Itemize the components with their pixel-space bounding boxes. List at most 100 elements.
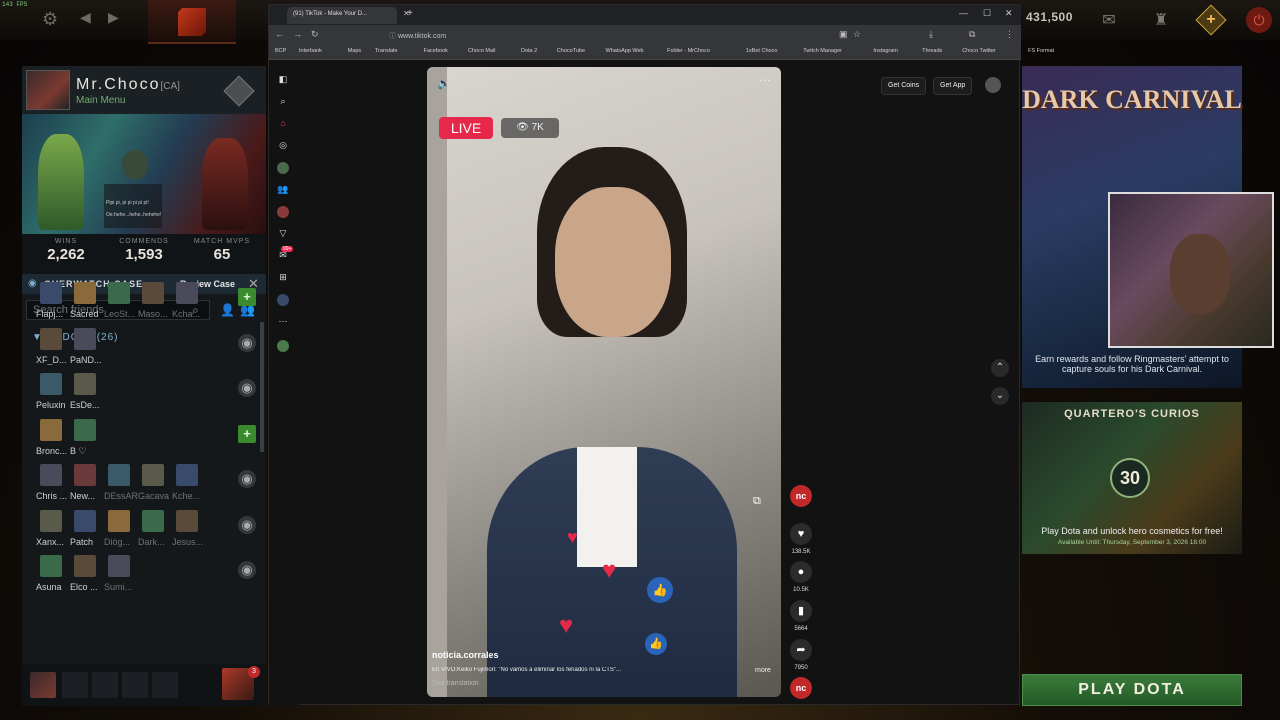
window-close-icon[interactable]: ✕ bbox=[1005, 8, 1013, 19]
party-avatar-self[interactable] bbox=[30, 672, 56, 698]
profile-name[interactable]: Mr.Choco[CA] bbox=[76, 76, 180, 94]
gear-icon[interactable]: ⚙ bbox=[42, 9, 58, 30]
spectate-icon[interactable]: ◉ bbox=[238, 470, 256, 488]
armory-icon[interactable]: ♜ bbox=[1150, 10, 1172, 30]
bookmark-item[interactable]: BCP bbox=[275, 48, 286, 54]
invite-to-party-button[interactable]: + bbox=[238, 288, 256, 306]
bookmark-item[interactable]: Instagram bbox=[873, 48, 897, 54]
forward-icon[interactable]: → bbox=[293, 29, 302, 39]
spectate-icon[interactable]: ◉ bbox=[238, 515, 256, 534]
bookmark-item[interactable]: WhatsApp Web bbox=[606, 48, 644, 54]
bookmark-item[interactable]: 1xBet Choco bbox=[746, 48, 778, 54]
friend-entry[interactable]: Patch bbox=[70, 509, 100, 547]
browser-menu-icon[interactable]: ⋮ bbox=[1005, 29, 1014, 40]
bookmark-item[interactable]: Twitch Manager bbox=[803, 48, 842, 54]
friends-icon[interactable]: 👥 bbox=[277, 184, 289, 196]
bookmark-item[interactable]: Translate bbox=[375, 48, 398, 54]
back-arrow-icon[interactable]: ◀ bbox=[80, 9, 91, 26]
video-menu-icon[interactable]: ⋯ bbox=[759, 73, 771, 87]
party-slot[interactable] bbox=[92, 672, 118, 698]
friend-entry[interactable]: Flapj... bbox=[36, 282, 66, 319]
get-app-button[interactable]: Get App bbox=[933, 77, 973, 95]
account-avatar[interactable] bbox=[985, 77, 1001, 93]
friend-entry[interactable]: Sumi... bbox=[104, 555, 134, 592]
hero-showcase[interactable]: Pipi pi, pi pi pi pi pi! Oe.hehe...hehe.… bbox=[22, 114, 266, 234]
new-tab-icon[interactable]: + bbox=[407, 8, 413, 19]
friend-entry[interactable]: Bronc... bbox=[36, 418, 67, 456]
friend-entry[interactable]: Chris ... bbox=[36, 464, 67, 501]
home-icon[interactable]: ⌂ bbox=[277, 118, 289, 130]
bookmark-item[interactable]: Maps bbox=[348, 48, 361, 54]
friend-entry[interactable]: Gacava bbox=[138, 464, 169, 501]
friend-entry[interactable]: Peluxin bbox=[36, 373, 66, 410]
friend-entry[interactable]: Kcha... bbox=[172, 282, 202, 319]
bookmark-item[interactable]: Interbank bbox=[299, 48, 322, 54]
live-icon[interactable] bbox=[277, 206, 289, 218]
bookmark-item[interactable]: FS Format bbox=[1028, 48, 1054, 54]
profile-avatar-icon[interactable] bbox=[277, 294, 289, 306]
friend-entry[interactable]: Xanx... bbox=[36, 509, 66, 547]
bookmark-star-icon[interactable]: ☆ bbox=[853, 29, 861, 40]
friend-entry[interactable]: Dark... bbox=[138, 509, 168, 547]
friend-entry[interactable]: EsDe... bbox=[70, 373, 100, 410]
upload-icon[interactable]: ⊞ bbox=[277, 272, 289, 284]
creator-avatar-button[interactable]: nc bbox=[788, 485, 814, 507]
friend-entry[interactable]: B ♡ bbox=[70, 418, 100, 457]
play-dota-button[interactable]: PLAY DOTA bbox=[1022, 674, 1242, 706]
quarteros-curios-panel[interactable]: QUARTERO'S CURIOS 30 Play Dota and unloc… bbox=[1022, 402, 1242, 554]
party-slot[interactable] bbox=[152, 672, 178, 698]
friend-entry[interactable]: Jesus... bbox=[172, 509, 203, 547]
maximize-icon[interactable]: ☐ bbox=[983, 8, 991, 19]
friend-entry[interactable]: Sacred bbox=[70, 282, 100, 319]
forward-arrow-icon[interactable]: ▶ bbox=[108, 9, 119, 26]
url-field[interactable]: ⓘ www.tiktok.com bbox=[389, 29, 809, 42]
power-icon[interactable]: ⏻ bbox=[1246, 7, 1272, 33]
spectate-icon[interactable]: ◉ bbox=[238, 561, 256, 579]
bookmark-item[interactable]: Dota 2 bbox=[521, 48, 537, 54]
pip-icon[interactable]: ⧉ bbox=[753, 495, 761, 508]
bookmark-item[interactable]: Facebook bbox=[424, 48, 448, 54]
cast-icon[interactable]: ▣ bbox=[839, 29, 848, 40]
tab-tiktok[interactable]: (91) TikTok - Make Your D... bbox=[287, 7, 397, 24]
friend-entry[interactable]: Asuna bbox=[36, 555, 66, 592]
avatar[interactable] bbox=[26, 70, 70, 110]
friend-entry[interactable]: Maso... bbox=[138, 282, 168, 319]
music-disc-button[interactable]: nc bbox=[788, 677, 814, 699]
spectate-icon[interactable]: ◉ bbox=[238, 379, 256, 397]
friend-entry[interactable]: Elco ... bbox=[70, 555, 100, 592]
save-button[interactable]: ▮ 5664 bbox=[788, 600, 814, 632]
volume-icon[interactable]: 🔈 bbox=[437, 77, 451, 90]
friend-entry[interactable]: XF_D... bbox=[36, 327, 67, 365]
party-slot[interactable] bbox=[62, 672, 88, 698]
reload-icon[interactable]: ↻ bbox=[311, 29, 319, 40]
voice-lines-card[interactable]: Pipi pi, pi pi pi pi pi! Oe.hehe...hehe.… bbox=[104, 184, 162, 228]
more-icon[interactable]: ⋯ bbox=[277, 316, 289, 328]
minimize-icon[interactable]: — bbox=[959, 8, 968, 18]
creator-name[interactable]: noticia.corrales bbox=[432, 650, 499, 660]
get-coins-button[interactable]: Get Coins bbox=[881, 77, 927, 95]
see-translation-link[interactable]: See translation bbox=[432, 680, 479, 687]
invite-to-party-button[interactable]: + bbox=[238, 424, 256, 443]
friend-entry[interactable]: Kche... bbox=[172, 464, 202, 501]
bookmark-item[interactable]: Choco Twitter bbox=[962, 48, 996, 54]
spectate-icon[interactable]: ◉ bbox=[238, 333, 256, 352]
bookmark-item[interactable]: Choco Mail bbox=[468, 48, 496, 54]
back-icon[interactable]: ← bbox=[275, 29, 284, 39]
explore-icon[interactable]: ◎ bbox=[277, 140, 289, 152]
previous-video-icon[interactable]: ⌃ bbox=[991, 359, 1009, 377]
friend-entry[interactable]: New... bbox=[70, 464, 100, 501]
live-video-player[interactable]: 🔈 ⋯ LIVE 👁 7K ⧉ ♥ ♥ ♥ 👍 👍 noticia.corral… bbox=[427, 67, 781, 697]
bookmark-item[interactable]: Threads bbox=[922, 48, 942, 54]
download-icon[interactable]: ⤓ bbox=[929, 29, 933, 40]
bookmark-item[interactable]: ChocoTube bbox=[557, 48, 585, 54]
profile-menu-label[interactable]: Main Menu bbox=[76, 95, 125, 106]
friend-entry[interactable]: PaND... bbox=[70, 327, 102, 365]
extensions-icon[interactable]: ⧉ bbox=[969, 29, 975, 40]
comment-button[interactable]: ● 10.5K bbox=[788, 561, 814, 593]
caption-more-link[interactable]: more bbox=[755, 667, 771, 674]
dota-logo[interactable] bbox=[148, 0, 236, 44]
next-video-icon[interactable]: ⌄ bbox=[991, 387, 1009, 405]
like-button[interactable]: ♥ 138.5K bbox=[788, 523, 814, 555]
friend-entry[interactable]: Diòg... bbox=[104, 509, 134, 547]
share-button[interactable]: ➦ 7950 bbox=[788, 639, 814, 671]
